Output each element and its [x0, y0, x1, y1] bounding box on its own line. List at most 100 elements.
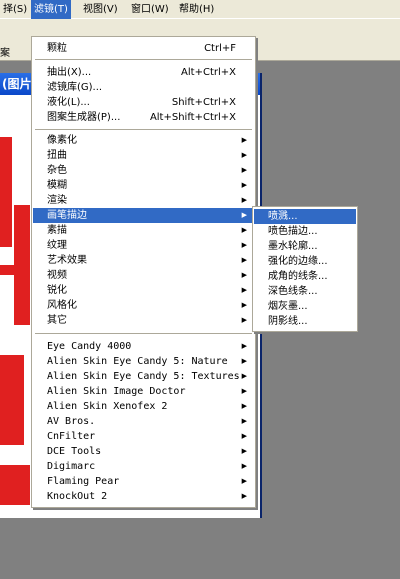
menu-item-label: DCE Tools	[47, 446, 102, 457]
menu-item-label: Alien Skin Image Doctor	[47, 386, 186, 397]
menu-item-pattern-maker[interactable]: 图案生成器(P)... Alt+Shift+Ctrl+X	[33, 110, 254, 125]
menu-item-plugin[interactable]: Alien Skin Image Doctor ▶	[33, 384, 254, 399]
menu-bar: 择(S) 滤镜(T) 视图(V) 窗口(W) 帮助(H)	[0, 0, 400, 19]
menu-item-dark-strokes[interactable]: 深色线条...	[254, 284, 356, 299]
menu-item-plugin[interactable]: KnockOut 2 ▶	[33, 489, 254, 504]
menu-item-sumi-e[interactable]: 烟灰墨...	[254, 299, 356, 314]
submenu-arrow-icon: ▶	[241, 387, 247, 395]
submenu-arrow-icon: ▶	[241, 417, 247, 425]
menu-item-filter-gallery[interactable]: 滤镜库(G)...	[33, 80, 254, 95]
menu-item-label: 喷色描边...	[268, 226, 318, 237]
menu-item-plugin[interactable]: Digimarc ▶	[33, 459, 254, 474]
menu-view[interactable]: 视图(V)	[80, 0, 121, 19]
menu-separator	[35, 129, 252, 130]
menu-item-ink-outlines[interactable]: 墨水轮廓...	[254, 239, 356, 254]
menu-item-extract[interactable]: 抽出(X)... Alt+Ctrl+X	[33, 65, 254, 80]
menu-item-plugin[interactable]: Eye Candy 4000 ▶	[33, 339, 254, 354]
stamp-artwork	[0, 137, 12, 247]
menu-item-noise[interactable]: 杂色 ▶	[33, 163, 254, 178]
submenu-arrow-icon: ▶	[241, 357, 247, 365]
menu-item-grain[interactable]: 颗粒 Ctrl+F	[33, 41, 254, 56]
menu-item-spatter[interactable]: 喷溅...	[254, 209, 356, 224]
menu-item-sprayed-strokes[interactable]: 喷色描边...	[254, 224, 356, 239]
menu-separator	[35, 59, 252, 60]
menu-item-sharpen[interactable]: 锐化 ▶	[33, 283, 254, 298]
menu-item-distort[interactable]: 扭曲 ▶	[33, 148, 254, 163]
submenu-arrow-icon: ▶	[241, 447, 247, 455]
submenu-arrow-icon: ▶	[241, 271, 247, 279]
menu-select[interactable]: 择(S)	[0, 0, 30, 19]
menu-item-texture[interactable]: 纹理 ▶	[33, 238, 254, 253]
menu-filter[interactable]: 滤镜(T)	[31, 0, 71, 19]
menu-item-plugin[interactable]: Flaming Pear ▶	[33, 474, 254, 489]
menu-item-label: 像素化	[47, 135, 77, 146]
menu-item-label: 扭曲	[47, 150, 67, 161]
menu-item-angled-strokes[interactable]: 成角的线条...	[254, 269, 356, 284]
menu-window[interactable]: 窗口(W)	[128, 0, 172, 19]
submenu-arrow-icon: ▶	[241, 432, 247, 440]
menu-item-label: Eye Candy 4000	[47, 341, 132, 352]
menu-item-shortcut: Shift+Ctrl+X	[171, 97, 236, 108]
menu-item-label: 滤镜库(G)...	[47, 82, 103, 93]
menu-item-label: 素描	[47, 225, 67, 236]
menu-item-render[interactable]: 渲染 ▶	[33, 193, 254, 208]
submenu-arrow-icon: ▶	[241, 286, 247, 294]
menu-item-label: KnockOut 2	[47, 491, 108, 502]
menu-item-label: 喷溅...	[268, 211, 298, 222]
menu-item-brush-strokes[interactable]: 画笔描边 ▶	[33, 208, 254, 223]
menu-item-sketch[interactable]: 素描 ▶	[33, 223, 254, 238]
menu-item-label: 杂色	[47, 165, 67, 176]
submenu-arrow-icon: ▶	[241, 181, 247, 189]
menu-item-shortcut: Alt+Shift+Ctrl+X	[149, 112, 236, 123]
menu-item-label: 成角的线条...	[268, 271, 328, 282]
menu-item-label: 烟灰墨...	[268, 301, 308, 312]
menu-item-label: CnFilter	[47, 431, 96, 442]
menu-item-stylize[interactable]: 风格化 ▶	[33, 298, 254, 313]
menu-item-label: 阴影线...	[268, 316, 308, 327]
document-title: (图片	[2, 77, 32, 91]
submenu-arrow-icon: ▶	[241, 342, 247, 350]
menu-item-other[interactable]: 其它 ▶	[33, 313, 254, 328]
submenu-arrow-icon: ▶	[241, 211, 247, 219]
menu-item-blur[interactable]: 模糊 ▶	[33, 178, 254, 193]
menu-item-label: 模糊	[47, 180, 67, 191]
menu-item-label: 图案生成器(P)...	[47, 112, 121, 123]
menu-item-label: 抽出(X)...	[47, 67, 92, 78]
submenu-arrow-icon: ▶	[241, 301, 247, 309]
menu-item-plugin[interactable]: AV Bros. ▶	[33, 414, 254, 429]
toolbar-label: 案	[0, 48, 10, 59]
filter-menu: 颗粒 Ctrl+F 抽出(X)... Alt+Ctrl+X 滤镜库(G)... …	[31, 36, 256, 508]
menu-help[interactable]: 帮助(H)	[176, 0, 217, 19]
menu-item-label: 视频	[47, 270, 67, 281]
menu-item-plugin[interactable]: Alien Skin Xenofex 2 ▶	[33, 399, 254, 414]
submenu-arrow-icon: ▶	[241, 256, 247, 264]
submenu-arrow-icon: ▶	[241, 462, 247, 470]
menu-item-label: Alien Skin Eye Candy 5: Textures	[47, 371, 240, 382]
submenu-arrow-icon: ▶	[241, 316, 247, 324]
menu-item-label: 其它	[47, 315, 67, 326]
menu-item-artistic[interactable]: 艺术效果 ▶	[33, 253, 254, 268]
submenu-arrow-icon: ▶	[241, 136, 247, 144]
menu-item-liquify[interactable]: 液化(L)... Shift+Ctrl+X	[33, 95, 254, 110]
menu-item-accented-edges[interactable]: 强化的边缘...	[254, 254, 356, 269]
menu-item-label: 液化(L)...	[47, 97, 90, 108]
menu-item-plugin[interactable]: CnFilter ▶	[33, 429, 254, 444]
menu-item-video[interactable]: 视频 ▶	[33, 268, 254, 283]
menu-item-plugin[interactable]: Alien Skin Eye Candy 5: Nature ▶	[33, 354, 254, 369]
stamp-artwork	[0, 465, 30, 505]
menu-item-label: Digimarc	[47, 461, 96, 472]
menu-item-shortcut: Alt+Ctrl+X	[181, 67, 236, 78]
menu-item-label: Alien Skin Eye Candy 5: Nature	[47, 356, 228, 367]
stamp-artwork	[14, 205, 30, 325]
menu-item-label: 画笔描边	[47, 210, 87, 221]
menu-item-label: 锐化	[47, 285, 67, 296]
submenu-arrow-icon: ▶	[241, 151, 247, 159]
menu-item-label: 深色线条...	[268, 286, 318, 297]
menu-item-shortcut: Ctrl+F	[204, 43, 236, 54]
menu-item-pixelate[interactable]: 像素化 ▶	[33, 133, 254, 148]
submenu-arrow-icon: ▶	[241, 372, 247, 380]
menu-item-plugin[interactable]: Alien Skin Eye Candy 5: Textures ▶	[33, 369, 254, 384]
menu-item-plugin[interactable]: DCE Tools ▶	[33, 444, 254, 459]
submenu-arrow-icon: ▶	[241, 477, 247, 485]
menu-item-crosshatch[interactable]: 阴影线...	[254, 314, 356, 329]
